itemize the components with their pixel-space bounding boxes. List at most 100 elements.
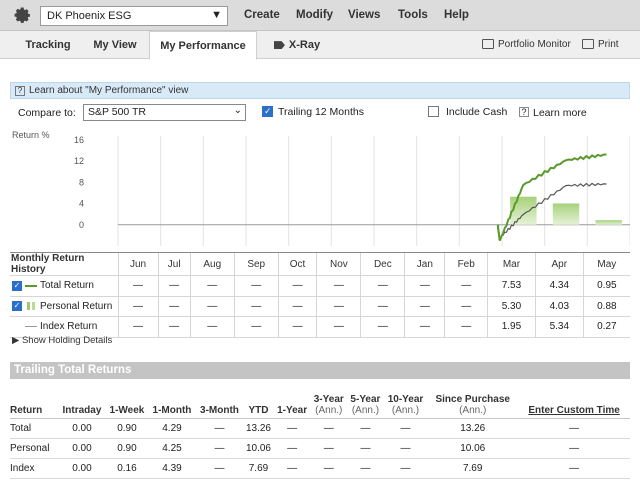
header-label: 3-Year [313,393,344,405]
include-cash-label: Include Cash [446,106,508,118]
header-label: Intraday [62,404,102,416]
gear-icon[interactable] [14,7,32,25]
value-cell: — [347,458,384,479]
table-row: Total 0.00 0.90 4.29—13.26— — — —13.26— [10,418,630,439]
month-value-cell: 0.27 [582,316,630,338]
series-checkbox[interactable]: ✓ [12,280,22,291]
month-value-cell: 0.95 [582,275,630,297]
y-tick-label: 12 [74,156,84,166]
month-value-cell: — [233,296,279,317]
trailing-12-months-label: Trailing 12 Months [278,106,364,118]
learn-more-link[interactable]: Learn more [533,107,587,119]
month-value-cell: — [277,296,317,317]
month-value-cell: — [277,275,317,297]
header-label: Return [10,404,43,416]
value-cell: — [383,418,428,439]
header-sub: (Ann.) [351,404,380,416]
bar-personal-return [552,203,580,225]
value-cell: — [273,418,311,439]
row-label-cell: ✓ Total Return [10,275,118,297]
bar-personal-return [510,196,537,225]
tab-my-view[interactable]: My View [84,31,146,59]
month-value-cell: 0.88 [582,296,630,317]
header-label: 5-Year [350,393,381,405]
trailing-header: Return [10,380,59,419]
compare-label: Compare to: [18,107,76,119]
bar-personal-return [595,220,622,225]
value-cell: — [383,458,428,479]
month-value-cell: — [189,296,235,317]
top-menu-bar: DK Phoenix ESG ▼ Create Modify Views Too… [0,0,640,31]
month-value-cell: — [157,275,191,297]
row-label-cell: Index Return [10,316,118,338]
learn-about-link[interactable]: Learn about "My Performance" view [29,85,188,96]
value-cell: 4.39 [148,458,196,479]
header-sub: (Ann.) [459,404,487,416]
menu-modify[interactable]: Modify [296,9,333,21]
compare-select-value: S&P 500 TR [88,106,146,118]
month-header: Feb [444,252,488,276]
month-value-cell: — [233,316,279,338]
table-row: Personal 0.00 0.90 4.25—10.06— — — —10.06— [10,438,630,459]
trailing-header[interactable]: Enter Custom Time [518,380,630,419]
value-cell: — [347,418,384,439]
dropdown-arrow-icon: ▼ [211,9,222,21]
tab-my-performance[interactable]: My Performance [149,31,257,60]
series-checkbox[interactable]: ✓ [12,301,22,312]
row-label-cell: Personal [10,438,59,459]
value-cell: 0.16 [105,458,149,479]
value-cell: 0.00 [58,438,106,459]
menu-tools[interactable]: Tools [398,9,428,21]
value-cell: 4.25 [148,438,196,459]
trailing-header: 3-Year (Ann.) [310,380,348,419]
month-header: Jan [404,252,445,276]
trailing-header: 1-Week [105,380,149,419]
print-label: Print [598,39,619,50]
value-cell: 13.26 [243,418,274,439]
table-row: Index 0.00 0.16 4.39—7.69— — — —7.69— [10,458,630,479]
value-cell: — [518,438,630,459]
month-value-cell: — [117,296,159,317]
month-value-cell: — [316,316,361,338]
month-value-cell: — [404,275,445,297]
monitor-icon [482,39,494,50]
trailing-12-months-checkbox[interactable] [262,106,273,117]
view-tabs: Tracking My View My Performance X-Ray Po… [0,31,640,60]
portfolio-select-value: DK Phoenix ESG [47,10,132,22]
value-cell: — [518,458,630,479]
value-cell: — [273,438,311,459]
personal-return-legend-icon [27,302,35,311]
value-cell: 7.69 [427,458,519,479]
trailing-header: 10-Year (Ann.) [383,380,428,419]
menu-create[interactable]: Create [244,9,280,21]
show-holding-details-toggle[interactable]: ▶ Show Holding Details [12,335,112,346]
value-cell: 13.26 [427,418,519,439]
menu-views[interactable]: Views [348,9,380,21]
month-value-cell: — [117,316,159,338]
value-cell: — [310,438,348,459]
value-cell: — [518,418,630,439]
month-header: Jul [157,252,191,276]
month-header: Sep [233,252,279,276]
header-label: YTD [248,404,269,416]
header-label: 10-Year [387,393,424,405]
portfolio-select[interactable]: DK Phoenix ESG ▼ [40,6,228,26]
chart-svg: Return % 16 12 8 4 0 [12,130,630,246]
month-header: Jun [117,252,159,276]
learn-more-icon: ? [519,107,529,117]
compare-select[interactable]: S&P 500 TR ⌄ [83,104,246,121]
include-cash-checkbox[interactable] [428,106,439,117]
tab-tracking[interactable]: Tracking [14,31,82,59]
month-header: Oct [277,252,317,276]
trailing-header-row: Return Intraday 1-Week 1-Month 3-Month YTD 1-Y… [10,380,630,419]
x-ray-icon [273,41,285,50]
value-cell: 0.90 [105,438,149,459]
print-button[interactable]: Print [582,39,619,50]
menu-help[interactable]: Help [444,9,469,21]
month-value-cell: — [189,275,235,297]
y-tick-label: 0 [79,220,84,230]
month-value-cell: 7.53 [487,275,536,297]
portfolio-monitor-button[interactable]: Portfolio Monitor [482,39,571,50]
value-cell: — [273,458,311,479]
tab-x-ray[interactable]: X-Ray [264,31,330,59]
